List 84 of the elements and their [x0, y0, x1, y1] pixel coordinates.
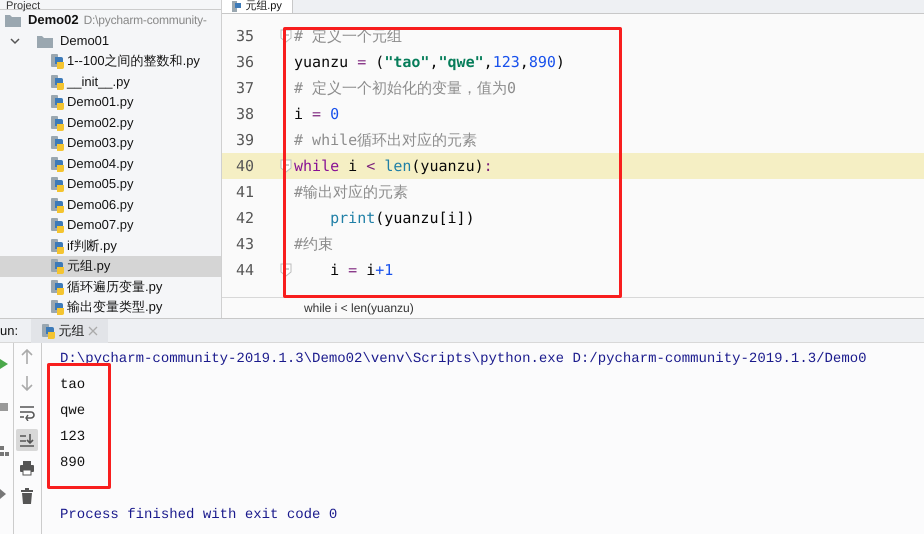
console-line: 890: [60, 455, 86, 471]
tree-item[interactable]: 元组.py: [0, 256, 221, 276]
python-file-icon: [50, 217, 64, 234]
item-label: 输出变量类型.py: [67, 298, 162, 316]
folder-icon: [4, 12, 22, 28]
line-number: 37: [235, 78, 256, 99]
python-file-icon: [41, 322, 56, 338]
python-file-icon: [50, 238, 64, 254]
item-label: 循环遍历变量.py: [67, 278, 162, 296]
item-label: __init__.py: [67, 72, 130, 91]
console-line: tao: [60, 377, 86, 393]
item-label: Demo06.py: [67, 196, 134, 214]
stop-icon[interactable]: [0, 401, 9, 414]
line-number: 41: [235, 182, 256, 203]
tree-item[interactable]: __init__.py: [0, 72, 221, 92]
code-line: 41 #输出对应的元素: [222, 179, 924, 205]
tree-item[interactable]: if判断.py: [0, 236, 221, 256]
code-line: 39 # while循环出对应的元素: [222, 127, 924, 153]
item-label: Demo02: [28, 12, 79, 30]
item-label: Demo01: [60, 32, 110, 50]
path-label: D:\pycharm-community-: [84, 12, 207, 30]
console-line: D:\pycharm-community-2019.1.3\Demo02\venv\Scripts\python.exe D:/pycharm-community-2019.1.3/Demo0: [60, 351, 867, 367]
tree-item[interactable]: 循环遍历变量.py: [0, 276, 221, 297]
python-file-icon: [50, 53, 64, 70]
console-line: 123: [60, 429, 86, 445]
line-number: 39: [235, 130, 256, 151]
tree-item[interactable]: Demo01.py: [0, 92, 221, 112]
item-label: Demo03.py: [67, 134, 134, 152]
scroll-to-end-icon[interactable]: [18, 431, 36, 449]
trash-icon[interactable]: [18, 487, 36, 505]
tree-item[interactable]: Demo06.py: [0, 194, 221, 215]
line-number: 43: [235, 234, 256, 255]
python-file-icon: [50, 135, 64, 152]
line-number: 40: [235, 156, 256, 177]
item-label: 元组.py: [67, 257, 110, 276]
python-file-icon: [50, 196, 64, 213]
item-label: 1--100之间的整数和.py: [67, 52, 200, 70]
python-file-icon: [50, 74, 64, 90]
code-line: 43 #约束: [222, 231, 924, 257]
python-file-icon: [50, 156, 64, 172]
tree-item[interactable]: Demo07.py: [0, 215, 221, 236]
tree-item[interactable]: Demo03.py: [0, 133, 221, 154]
tree-item[interactable]: 1--100之间的整数和.py: [0, 51, 221, 72]
python-file-icon: [50, 299, 64, 316]
console-line: Process finished with exit code 0: [60, 507, 338, 523]
layout-icon[interactable]: [0, 444, 9, 457]
item-label: if判断.py: [67, 236, 117, 255]
python-file-icon: [50, 176, 64, 192]
soft-wrap-icon[interactable]: [18, 403, 36, 421]
code-line: 36 yuanzu = ("tao","qwe",123,890): [222, 49, 924, 75]
python-file-icon: [50, 278, 64, 295]
tree-item[interactable]: 输出变量类型.py: [0, 297, 221, 318]
line-number: 42: [235, 208, 256, 229]
code-line: 44 i = i+1: [222, 257, 924, 283]
code-line: 37 # 定义一个初始化的变量，值为0: [222, 75, 924, 101]
editor-tab[interactable]: 元组.py: [222, 0, 293, 13]
line-number: 35: [235, 26, 256, 47]
tree-item[interactable]: Demo04.py: [0, 154, 221, 174]
run-icon[interactable]: [0, 358, 9, 370]
python-file-icon: [50, 94, 64, 110]
console-line: qwe: [60, 403, 86, 419]
item-label: Demo07.py: [67, 216, 134, 234]
item-label: Demo01.py: [67, 93, 134, 112]
python-file-icon: [50, 258, 64, 274]
run-tab[interactable]: 元组: [31, 318, 108, 342]
line-number: 44: [235, 260, 256, 281]
tree-item[interactable]: Demo05.py: [0, 174, 221, 194]
tree-item[interactable]: Demo02.py: [0, 112, 221, 133]
item-label: Demo04.py: [67, 154, 134, 173]
code-line: 38 i = 0: [222, 101, 924, 127]
tree-item[interactable]: Demo01: [0, 30, 221, 51]
print-icon[interactable]: [18, 459, 36, 477]
python-file-icon: [50, 114, 64, 131]
panel-title[interactable]: Project: [6, 0, 40, 9]
chevron-icon[interactable]: [10, 36, 20, 46]
item-label: Demo02.py: [67, 114, 134, 132]
line-number: 38: [235, 104, 256, 125]
breadcrumb[interactable]: while i < len(yuanzu): [304, 301, 414, 315]
item-label: Demo05.py: [67, 175, 134, 194]
tree-item[interactable]: Demo02 D:\pycharm-community-: [0, 10, 221, 30]
code-line: 42 print(yuanzu[i]): [222, 205, 924, 231]
python-file-icon: [232, 0, 242, 12]
line-number: 36: [235, 52, 256, 73]
panel-label: un:: [0, 322, 18, 340]
